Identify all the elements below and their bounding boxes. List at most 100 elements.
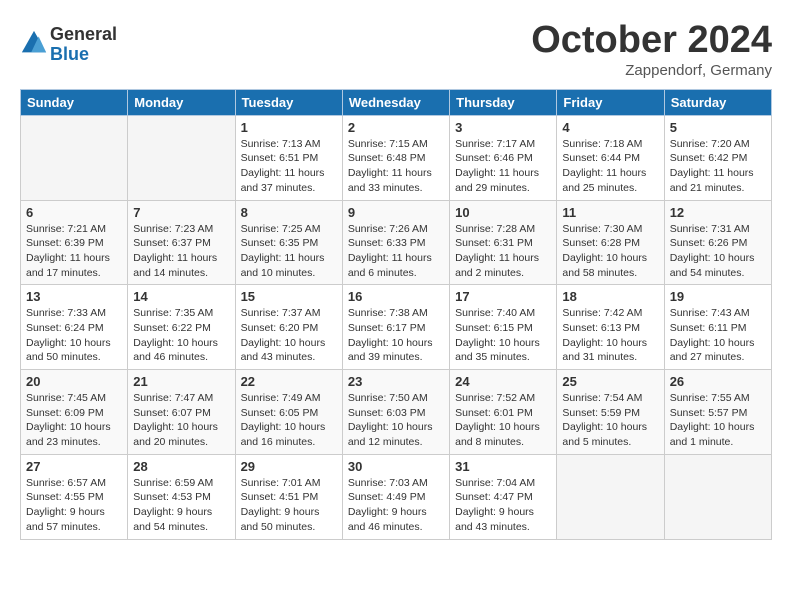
cell-content: Sunrise: 7:52 AMSunset: 6:01 PMDaylight:… bbox=[455, 391, 551, 450]
day-number: 8 bbox=[241, 205, 337, 220]
logo-icon bbox=[20, 29, 48, 57]
cell-content: Sunrise: 7:55 AMSunset: 5:57 PMDaylight:… bbox=[670, 391, 766, 450]
calendar-cell: 17 Sunrise: 7:40 AMSunset: 6:15 PMDayligh… bbox=[450, 285, 557, 370]
calendar-cell: 21Sunrise: 7:47 AMSunset: 6:07 PMDayligh… bbox=[128, 370, 235, 455]
cell-content: Sunrise: 7:04 AMSunset: 4:47 PMDaylight:… bbox=[455, 476, 551, 535]
calendar-cell: 19 Sunrise: 7:43 AMSunset: 6:11 PMDayligh… bbox=[664, 285, 771, 370]
day-number: 20 bbox=[26, 374, 122, 389]
calendar-body: 1 Sunrise: 7:13 AMSunset: 6:51 PMDaylight… bbox=[21, 115, 772, 539]
cell-content: Sunrise: 7:03 AMSunset: 4:49 PMDaylight:… bbox=[348, 476, 444, 535]
cell-content: Sunrise: 7:23 AMSunset: 6:37 PMDaylight:… bbox=[133, 222, 229, 281]
day-header-saturday: Saturday bbox=[664, 89, 771, 115]
calendar-cell bbox=[128, 115, 235, 200]
cell-content: Sunrise: 7:15 AMSunset: 6:48 PMDaylight:… bbox=[348, 137, 444, 196]
day-number: 11 bbox=[562, 205, 658, 220]
week-row-1: 1 Sunrise: 7:13 AMSunset: 6:51 PMDaylight… bbox=[21, 115, 772, 200]
cell-content: Sunrise: 6:59 AMSunset: 4:53 PMDaylight:… bbox=[133, 476, 229, 535]
day-number: 14 bbox=[133, 289, 229, 304]
day-number: 16 bbox=[348, 289, 444, 304]
cell-content: Sunrise: 7:20 AMSunset: 6:42 PMDaylight:… bbox=[670, 137, 766, 196]
calendar-cell bbox=[21, 115, 128, 200]
day-number: 23 bbox=[348, 374, 444, 389]
calendar-cell: 3 Sunrise: 7:17 AMSunset: 6:46 PMDaylight… bbox=[450, 115, 557, 200]
week-row-2: 6 Sunrise: 7:21 AMSunset: 6:39 PMDaylight… bbox=[21, 200, 772, 285]
cell-content: Sunrise: 7:40 AMSunset: 6:15 PMDaylight:… bbox=[455, 306, 551, 365]
cell-content: Sunrise: 7:31 AMSunset: 6:26 PMDaylight:… bbox=[670, 222, 766, 281]
calendar-cell: 16 Sunrise: 7:38 AMSunset: 6:17 PMDayligh… bbox=[342, 285, 449, 370]
cell-content: Sunrise: 7:38 AMSunset: 6:17 PMDaylight:… bbox=[348, 306, 444, 365]
cell-content: Sunrise: 7:01 AMSunset: 4:51 PMDaylight:… bbox=[241, 476, 337, 535]
calendar-cell: 7 Sunrise: 7:23 AMSunset: 6:37 PMDaylight… bbox=[128, 200, 235, 285]
day-number: 3 bbox=[455, 120, 551, 135]
day-number: 7 bbox=[133, 205, 229, 220]
day-number: 15 bbox=[241, 289, 337, 304]
day-number: 5 bbox=[670, 120, 766, 135]
day-number: 24 bbox=[455, 374, 551, 389]
week-row-4: 20 Sunrise: 7:45 AMSunset: 6:09 PMDayligh… bbox=[21, 370, 772, 455]
calendar: SundayMondayTuesdayWednesdayThursdayFrid… bbox=[20, 89, 772, 540]
cell-content: Sunrise: 7:43 AMSunset: 6:11 PMDaylight:… bbox=[670, 306, 766, 365]
cell-content: Sunrise: 7:30 AMSunset: 6:28 PMDaylight:… bbox=[562, 222, 658, 281]
day-number: 4 bbox=[562, 120, 658, 135]
calendar-cell: 20 Sunrise: 7:45 AMSunset: 6:09 PMDayligh… bbox=[21, 370, 128, 455]
day-header-thursday: Thursday bbox=[450, 89, 557, 115]
day-number: 10 bbox=[455, 205, 551, 220]
day-number: 12 bbox=[670, 205, 766, 220]
location: Zappendorf, Germany bbox=[531, 62, 772, 79]
header: General Blue October 2024 Zappendorf, Ge… bbox=[20, 20, 772, 79]
logo: General Blue bbox=[20, 25, 117, 65]
cell-content: Sunrise: 7:54 AMSunset: 5:59 PMDaylight:… bbox=[562, 391, 658, 450]
cell-content: Sunrise: 7:49 AMSunset: 6:05 PMDaylight:… bbox=[241, 391, 337, 450]
calendar-cell: 15 Sunrise: 7:37 AMSunset: 6:20 PMDayligh… bbox=[235, 285, 342, 370]
calendar-cell: 28Sunrise: 6:59 AMSunset: 4:53 PMDayligh… bbox=[128, 454, 235, 539]
day-number: 1 bbox=[241, 120, 337, 135]
calendar-cell: 9 Sunrise: 7:26 AMSunset: 6:33 PMDaylight… bbox=[342, 200, 449, 285]
calendar-cell: 14 Sunrise: 7:35 AMSunset: 6:22 PMDayligh… bbox=[128, 285, 235, 370]
page: General Blue October 2024 Zappendorf, Ge… bbox=[0, 0, 792, 550]
cell-content: Sunrise: 7:37 AMSunset: 6:20 PMDaylight:… bbox=[241, 306, 337, 365]
calendar-cell: 24 Sunrise: 7:52 AMSunset: 6:01 PMDayligh… bbox=[450, 370, 557, 455]
day-header-sunday: Sunday bbox=[21, 89, 128, 115]
calendar-cell: 13 Sunrise: 7:33 AMSunset: 6:24 PMDayligh… bbox=[21, 285, 128, 370]
day-number: 29 bbox=[241, 459, 337, 474]
cell-content: Sunrise: 7:50 AMSunset: 6:03 PMDaylight:… bbox=[348, 391, 444, 450]
day-number: 19 bbox=[670, 289, 766, 304]
calendar-cell: 4 Sunrise: 7:18 AMSunset: 6:44 PMDaylight… bbox=[557, 115, 664, 200]
day-number: 21 bbox=[133, 374, 229, 389]
day-number: 2 bbox=[348, 120, 444, 135]
title-area: October 2024 Zappendorf, Germany bbox=[531, 20, 772, 79]
calendar-cell: 6 Sunrise: 7:21 AMSunset: 6:39 PMDaylight… bbox=[21, 200, 128, 285]
cell-content: Sunrise: 7:42 AMSunset: 6:13 PMDaylight:… bbox=[562, 306, 658, 365]
calendar-cell: 10 Sunrise: 7:28 AMSunset: 6:31 PMDayligh… bbox=[450, 200, 557, 285]
day-number: 22 bbox=[241, 374, 337, 389]
cell-content: Sunrise: 7:17 AMSunset: 6:46 PMDaylight:… bbox=[455, 137, 551, 196]
cell-content: Sunrise: 7:28 AMSunset: 6:31 PMDaylight:… bbox=[455, 222, 551, 281]
cell-content: Sunrise: 7:18 AMSunset: 6:44 PMDaylight:… bbox=[562, 137, 658, 196]
day-header-monday: Monday bbox=[128, 89, 235, 115]
day-number: 17 bbox=[455, 289, 551, 304]
day-number: 13 bbox=[26, 289, 122, 304]
cell-content: Sunrise: 6:57 AMSunset: 4:55 PMDaylight:… bbox=[26, 476, 122, 535]
cell-content: Sunrise: 7:25 AMSunset: 6:35 PMDaylight:… bbox=[241, 222, 337, 281]
calendar-cell bbox=[557, 454, 664, 539]
day-header-friday: Friday bbox=[557, 89, 664, 115]
calendar-cell: 25Sunrise: 7:54 AMSunset: 5:59 PMDayligh… bbox=[557, 370, 664, 455]
day-number: 9 bbox=[348, 205, 444, 220]
day-header-tuesday: Tuesday bbox=[235, 89, 342, 115]
week-row-3: 13 Sunrise: 7:33 AMSunset: 6:24 PMDayligh… bbox=[21, 285, 772, 370]
calendar-cell: 22 Sunrise: 7:49 AMSunset: 6:05 PMDayligh… bbox=[235, 370, 342, 455]
cell-content: Sunrise: 7:33 AMSunset: 6:24 PMDaylight:… bbox=[26, 306, 122, 365]
calendar-cell: 8 Sunrise: 7:25 AMSunset: 6:35 PMDaylight… bbox=[235, 200, 342, 285]
cell-content: Sunrise: 7:35 AMSunset: 6:22 PMDaylight:… bbox=[133, 306, 229, 365]
calendar-cell: 27Sunrise: 6:57 AMSunset: 4:55 PMDayligh… bbox=[21, 454, 128, 539]
day-number: 6 bbox=[26, 205, 122, 220]
calendar-cell: 2 Sunrise: 7:15 AMSunset: 6:48 PMDaylight… bbox=[342, 115, 449, 200]
calendar-cell: 1 Sunrise: 7:13 AMSunset: 6:51 PMDaylight… bbox=[235, 115, 342, 200]
cell-content: Sunrise: 7:45 AMSunset: 6:09 PMDaylight:… bbox=[26, 391, 122, 450]
cell-content: Sunrise: 7:26 AMSunset: 6:33 PMDaylight:… bbox=[348, 222, 444, 281]
cell-content: Sunrise: 7:13 AMSunset: 6:51 PMDaylight:… bbox=[241, 137, 337, 196]
day-number: 18 bbox=[562, 289, 658, 304]
day-number: 26 bbox=[670, 374, 766, 389]
cell-content: Sunrise: 7:21 AMSunset: 6:39 PMDaylight:… bbox=[26, 222, 122, 281]
logo-text: General Blue bbox=[50, 25, 117, 65]
